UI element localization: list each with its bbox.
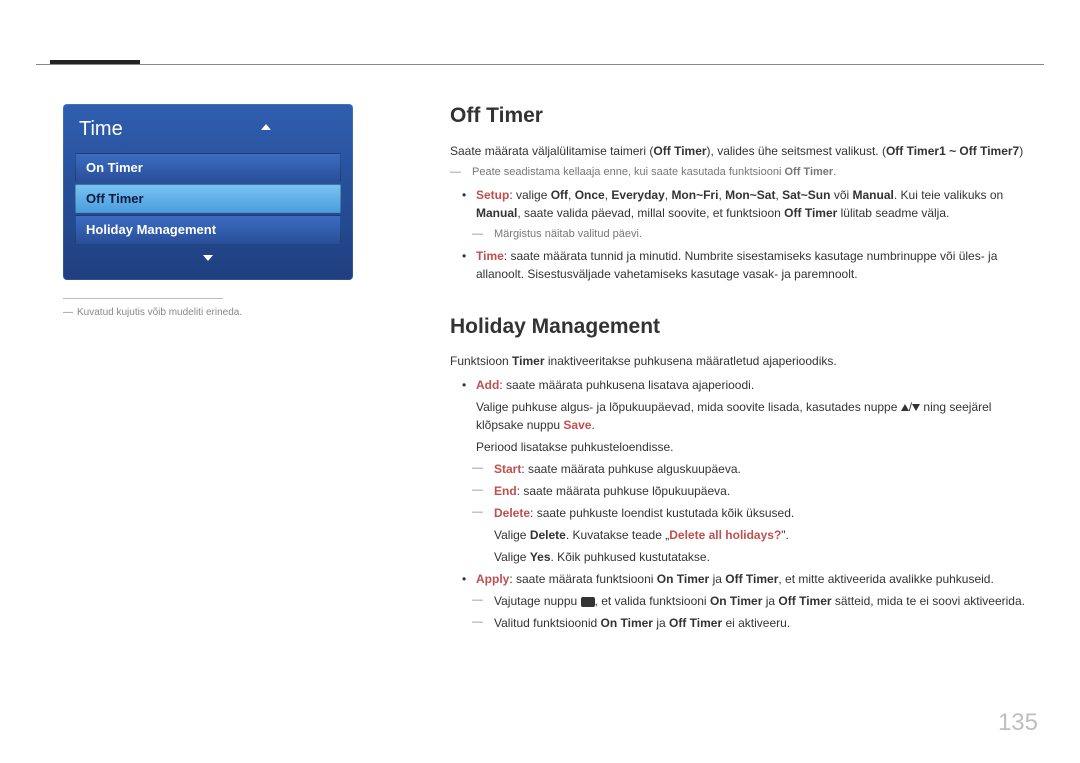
holiday-intro: Funktsioon Timer inaktiveeritakse puhkus… bbox=[450, 352, 1040, 370]
up-arrow-icon bbox=[901, 404, 909, 411]
enter-icon bbox=[581, 597, 595, 607]
setup-bullet: Setup: valige Off, Once, Everyday, Mon~F… bbox=[476, 186, 1040, 243]
header-rule bbox=[36, 64, 1044, 65]
image-caption: ―Kuvatud kujutis võib mudeliti erineda. bbox=[63, 307, 353, 318]
scroll-down-icon[interactable] bbox=[203, 255, 213, 261]
holiday-heading: Holiday Management bbox=[450, 311, 1040, 343]
apply-selected: Valitud funktsioonid On Timer ja Off Tim… bbox=[494, 614, 1040, 632]
caption-text: Kuvatud kujutis võib mudeliti erineda. bbox=[77, 307, 242, 318]
off-timer-intro: Saate määrata väljalülitamise taimeri (O… bbox=[450, 142, 1040, 160]
delete-line: Valige Delete. Kuvatakse teade „Delete a… bbox=[494, 526, 1040, 544]
menu-item-on-timer[interactable]: On Timer bbox=[75, 153, 341, 182]
page-number: 135 bbox=[998, 709, 1038, 737]
down-arrow-icon bbox=[912, 404, 920, 411]
caption-rule bbox=[63, 298, 223, 299]
delete-item: Delete: saate puhkuste loendist kustutad… bbox=[494, 504, 1040, 566]
add-period: Periood lisatakse puhkusteloendisse. bbox=[476, 438, 1040, 456]
sidebar: Time On Timer Off Timer Holiday Manageme… bbox=[63, 104, 353, 318]
content-area: Off Timer Saate määrata väljalülitamise … bbox=[450, 100, 1040, 638]
time-menu-panel: Time On Timer Off Timer Holiday Manageme… bbox=[63, 104, 353, 280]
add-select-dates: Valige puhkuse algus- ja lõpukuupäevad, … bbox=[476, 398, 1040, 434]
end-item: End: saate määrata puhkuse lõpukuupäeva. bbox=[494, 482, 1040, 500]
off-timer-heading: Off Timer bbox=[450, 100, 1040, 132]
yes-line: Valige Yes. Kõik puhkused kustutatakse. bbox=[494, 548, 1040, 566]
menu-title-text: Time bbox=[79, 118, 123, 140]
menu-title: Time bbox=[75, 114, 341, 151]
time-bullet: Time: saate määrata tunnid ja minutid. N… bbox=[476, 247, 1040, 283]
menu-item-holiday-management[interactable]: Holiday Management bbox=[75, 215, 341, 244]
apply-bullet: Apply: saate määrata funktsiooni On Time… bbox=[476, 570, 1040, 632]
setup-note: Märgistus näitab valitud päevi. bbox=[494, 226, 1040, 243]
apply-press: Vajutage nuppu , et valida funktsiooni O… bbox=[494, 592, 1040, 610]
scroll-down-wrap bbox=[75, 248, 341, 266]
add-bullet: Add: saate määrata puhkusena lisatava aj… bbox=[476, 376, 1040, 566]
off-timer-note: Peate seadistama kellaaja enne, kui saat… bbox=[472, 164, 1040, 181]
scroll-up-icon[interactable] bbox=[261, 124, 271, 130]
menu-item-off-timer[interactable]: Off Timer bbox=[75, 184, 341, 213]
start-item: Start: saate määrata puhkuse alguskuupäe… bbox=[494, 460, 1040, 478]
